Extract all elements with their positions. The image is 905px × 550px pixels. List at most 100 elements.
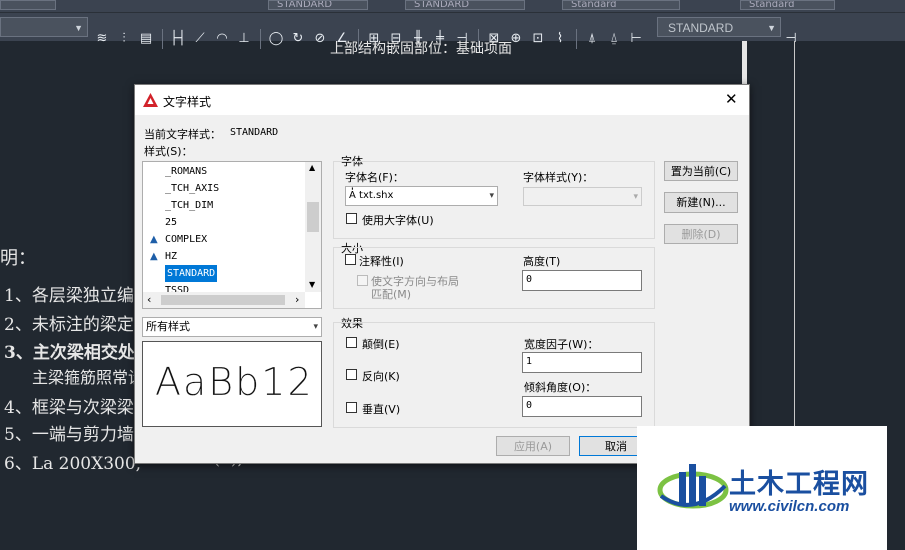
upside-down-label: 颠倒(E) xyxy=(362,338,400,351)
chevron-down-icon: ▾ xyxy=(313,322,318,332)
height-input[interactable]: 0 xyxy=(522,270,642,291)
toolbar-separator xyxy=(260,29,261,49)
match-orientation-checkbox[interactable] xyxy=(357,275,368,286)
use-bigfont-label: 使用大字体(U) xyxy=(362,214,434,227)
current-style-value: STANDARD xyxy=(230,127,279,138)
dim-update-icon[interactable]: ⊢ xyxy=(626,29,646,49)
jogged-dim-icon[interactable]: ↻ xyxy=(288,29,308,49)
scroll-up-icon[interactable]: ▲ xyxy=(309,163,315,172)
chevron-down-icon: ▼ xyxy=(74,23,83,33)
dim-style-combo[interactable]: STANDARD ▼ xyxy=(657,17,781,37)
vertical-label: 垂直(V) xyxy=(362,403,401,416)
layer-state-icon[interactable]: ⫶ xyxy=(114,29,134,49)
scroll-down-icon[interactable]: ▼ xyxy=(309,280,315,289)
preview-sample-text: AaBb12 xyxy=(155,360,314,404)
annotative-label: 注释性(I) xyxy=(359,255,404,268)
drawing-note-line: 4、框梁与次梁梁侧 xyxy=(4,398,151,418)
style-filter-combo[interactable]: 所有样式 ▾ xyxy=(142,317,322,337)
arc-length-icon[interactable]: ◠ xyxy=(212,29,232,49)
font-name-label: 字体名(F)： xyxy=(345,171,404,184)
backwards-checkbox[interactable] xyxy=(346,369,357,380)
scrollbar-thumb[interactable] xyxy=(161,295,285,305)
style-list-item[interactable]: HZ xyxy=(165,248,177,265)
watermark-title: 土木工程网 xyxy=(729,469,869,500)
aligned-dim-icon[interactable]: ⟋ xyxy=(190,29,210,49)
linear-dim-icon[interactable]: ├┤ xyxy=(168,29,188,49)
annotative-checkbox[interactable] xyxy=(345,254,356,265)
toolbar-separator xyxy=(576,29,577,49)
text-style-mini-combo[interactable]: STANDARD xyxy=(268,0,368,10)
dialog-titlebar[interactable]: 文字样式 ✕ xyxy=(135,85,749,115)
vertical-checkbox[interactable] xyxy=(346,402,357,413)
dimension-toolbar: ▼ ≋ ⫶ ▤ ├┤ ⟋ ◠ ⊥ ◯ ↻ ⊘ ∠ ⊞ ⊟ ╫ ╪ ⊣ ⊠ ⊕ ⊡… xyxy=(0,12,905,49)
oblique-angle-label: 倾斜角度(O)： xyxy=(524,381,597,394)
drawing-note-line: 6、La 200X300; xyxy=(4,454,142,474)
inspection-icon[interactable]: ⊡ xyxy=(528,29,548,49)
set-current-button[interactable]: 置为当前(C) xyxy=(664,161,738,181)
toolbar-separator xyxy=(162,29,163,49)
shx-font-icon: A̓ xyxy=(349,190,360,201)
current-style-label: 当前文字样式： xyxy=(144,128,221,141)
dim-style-manager-icon[interactable]: ⊣ xyxy=(781,29,801,49)
style-list-item[interactable]: _TCH_DIM xyxy=(165,197,213,214)
radius-dim-icon[interactable]: ◯ xyxy=(266,29,286,49)
dim-text-edit-icon[interactable]: ⍙ xyxy=(604,29,624,49)
upside-down-checkbox[interactable] xyxy=(346,337,357,348)
top-toolbar-strip: STANDARD STANDARD Standard Standard xyxy=(0,0,905,12)
match-orientation-label-2: 匹配(M) xyxy=(371,288,412,301)
style-list-item[interactable]: TSSD xyxy=(165,282,189,292)
horizontal-scrollbar[interactable]: ‹ › xyxy=(143,292,305,308)
mleader-style-mini-combo[interactable]: Standard xyxy=(740,0,835,10)
watermark-logo-icon xyxy=(657,464,729,509)
style-list-item[interactable]: COMPLEX xyxy=(165,231,207,248)
chevron-down-icon: ▼ xyxy=(767,23,776,33)
dim-style-mini-combo[interactable]: STANDARD xyxy=(405,0,525,10)
font-style-combo[interactable]: ▾ xyxy=(523,187,642,206)
drawing-note-line: 3、主次梁相交处， xyxy=(4,343,152,363)
new-style-button[interactable]: 新建(N)... xyxy=(664,192,738,213)
scroll-left-icon[interactable]: ‹ xyxy=(147,293,151,306)
annotative-icon: ▲ xyxy=(150,234,158,245)
width-factor-input[interactable]: 1 xyxy=(522,352,642,373)
layer-tool-icon[interactable]: ≋ xyxy=(92,29,112,49)
font-style-label: 字体样式(Y)： xyxy=(523,171,594,184)
dim-edit-icon[interactable]: ⍋ xyxy=(582,29,602,49)
dialog-title: 文字样式 xyxy=(163,95,212,109)
table-style-mini-combo[interactable]: Standard xyxy=(562,0,680,10)
style-list-item[interactable]: 25 xyxy=(165,214,177,231)
height-label: 高度(T) xyxy=(523,255,561,268)
layer-combo[interactable]: ▼ xyxy=(0,17,88,37)
width-factor-label: 宽度因子(W)： xyxy=(524,338,599,351)
style-list-item[interactable]: _ROMANS xyxy=(165,163,207,180)
drawing-note-line: 2、未标注的梁定位 xyxy=(4,315,151,335)
apply-button[interactable]: 应用(A) xyxy=(496,436,570,456)
font-name-combo[interactable]: A̓ txt.shx ▾ xyxy=(345,186,498,206)
scroll-right-icon[interactable]: › xyxy=(295,293,299,306)
delete-style-button[interactable]: 删除(D) xyxy=(664,224,738,244)
vertical-scrollbar[interactable]: ▲ ▼ xyxy=(305,162,321,292)
chevron-down-icon: ▾ xyxy=(489,191,494,201)
style-list-item-selected[interactable]: STANDARD xyxy=(165,265,218,282)
drawing-side-label: 明： xyxy=(0,248,36,269)
drawing-note-heading: 上部结构嵌固部位：基础项面 xyxy=(330,41,512,57)
scrollbar-thumb[interactable] xyxy=(307,202,319,232)
style-preview: AaBb12 xyxy=(142,341,322,427)
annotative-icon: ▲ xyxy=(150,251,158,262)
layer-iso-icon[interactable]: ▤ xyxy=(136,29,156,49)
layer-mini-combo[interactable] xyxy=(0,0,56,10)
diameter-dim-icon[interactable]: ⊘ xyxy=(310,29,330,49)
styles-list[interactable]: _ROMANS _TCH_AXIS _TCH_DIM 25 ▲ COMPLEX … xyxy=(142,161,322,309)
drawing-note-line: 主梁箍筋照常设 xyxy=(32,368,145,387)
use-bigfont-checkbox[interactable] xyxy=(346,213,357,224)
oblique-angle-input[interactable]: 0 xyxy=(522,396,642,417)
style-list-item[interactable]: _TCH_AXIS xyxy=(165,180,219,197)
site-watermark: 土木工程网 www.civilcn.com xyxy=(637,426,887,550)
backwards-label: 反向(K) xyxy=(362,370,400,383)
close-icon[interactable]: ✕ xyxy=(725,90,738,108)
text-style-dialog: 文字样式 ✕ 当前文字样式： STANDARD 样式(S)： _ROMANS _… xyxy=(134,84,750,464)
jogged-linear-icon[interactable]: ⌇ xyxy=(550,29,570,49)
ordinate-dim-icon[interactable]: ⊥ xyxy=(234,29,254,49)
styles-label: 样式(S)： xyxy=(144,145,193,158)
drawing-note-line: 5、一端与剪力墙平 xyxy=(4,425,151,445)
autocad-logo-icon xyxy=(143,93,158,107)
